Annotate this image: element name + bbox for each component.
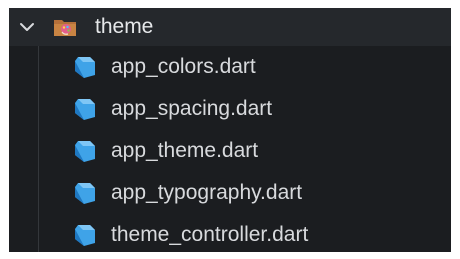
file-name: theme_controller.dart (111, 223, 309, 246)
chevron-down-icon[interactable] (19, 19, 35, 35)
dart-file-icon (75, 141, 95, 162)
dart-file-icon (75, 225, 95, 246)
file-name: app_theme.dart (111, 139, 259, 162)
folder-row-theme[interactable]: theme (9, 8, 451, 46)
file-row-app-theme[interactable]: app_theme.dart (9, 130, 451, 172)
file-name: app_typography.dart (111, 181, 303, 204)
theme-folder-icon (54, 20, 76, 36)
dart-file-icon (75, 99, 95, 120)
dart-file-icon (75, 183, 95, 204)
file-row-app-colors[interactable]: app_colors.dart (9, 46, 451, 88)
file-row-app-typography[interactable]: app_typography.dart (9, 172, 451, 214)
file-explorer-panel: theme app_colors.dart app_spacing.dart a… (9, 8, 451, 252)
file-name: app_colors.dart (111, 55, 256, 78)
file-row-theme-controller[interactable]: theme_controller.dart (9, 214, 451, 252)
file-name: app_spacing.dart (111, 97, 273, 120)
dart-file-icon (75, 57, 95, 78)
file-row-app-spacing[interactable]: app_spacing.dart (9, 88, 451, 130)
folder-name: theme (95, 15, 154, 38)
